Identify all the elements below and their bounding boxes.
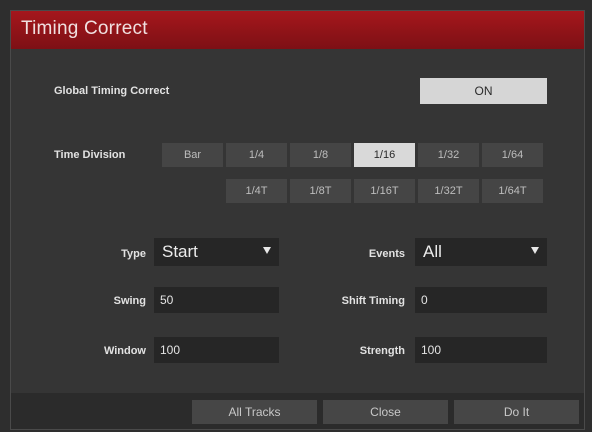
type-select[interactable]: Start bbox=[154, 238, 279, 266]
events-select-value: All bbox=[423, 242, 442, 261]
division-button-1-64[interactable]: 1/64 bbox=[482, 143, 543, 167]
division-button-1-4[interactable]: 1/4 bbox=[226, 143, 287, 167]
global-timing-correct-label: Global Timing Correct bbox=[54, 85, 170, 97]
timing-correct-dialog: Timing Correct Global Timing Correct ON … bbox=[10, 10, 585, 430]
division-button-1-16[interactable]: 1/16 bbox=[354, 143, 415, 167]
strength-field[interactable]: 100 bbox=[415, 337, 547, 363]
dialog-title: Timing Correct bbox=[21, 18, 148, 39]
dialog-titlebar: Timing Correct bbox=[11, 11, 584, 49]
type-label: Type bbox=[121, 248, 146, 260]
division-button-1-32[interactable]: 1/32 bbox=[418, 143, 479, 167]
window-field[interactable]: 100 bbox=[154, 337, 279, 363]
swing-field[interactable]: 50 bbox=[154, 287, 279, 313]
chevron-down-icon bbox=[531, 247, 539, 254]
division-button-1-64t[interactable]: 1/64T bbox=[482, 179, 543, 203]
division-button-1-4t[interactable]: 1/4T bbox=[226, 179, 287, 203]
window-label: Window bbox=[103, 345, 146, 357]
division-button-1-32t[interactable]: 1/32T bbox=[418, 179, 479, 203]
shift-timing-label: Shift Timing bbox=[341, 295, 405, 307]
events-select[interactable]: All bbox=[415, 238, 547, 266]
division-button-1-8t[interactable]: 1/8T bbox=[290, 179, 351, 203]
swing-label: Swing bbox=[113, 295, 146, 307]
all-tracks-button[interactable]: All Tracks bbox=[192, 400, 317, 424]
dialog-footer: All Tracks Close Do It bbox=[11, 393, 584, 429]
division-button-1-8[interactable]: 1/8 bbox=[290, 143, 351, 167]
type-select-value: Start bbox=[162, 242, 198, 261]
global-timing-correct-toggle[interactable]: ON bbox=[420, 78, 547, 104]
strength-label: Strength bbox=[359, 345, 405, 357]
do-it-button[interactable]: Do It bbox=[454, 400, 579, 424]
events-label: Events bbox=[368, 248, 405, 260]
division-button-1-16t[interactable]: 1/16T bbox=[354, 179, 415, 203]
division-button-bar[interactable]: Bar bbox=[162, 143, 223, 167]
chevron-down-icon bbox=[263, 247, 271, 254]
shift-timing-field[interactable]: 0 bbox=[415, 287, 547, 313]
close-button[interactable]: Close bbox=[323, 400, 448, 424]
time-division-label: Time Division bbox=[54, 149, 126, 161]
